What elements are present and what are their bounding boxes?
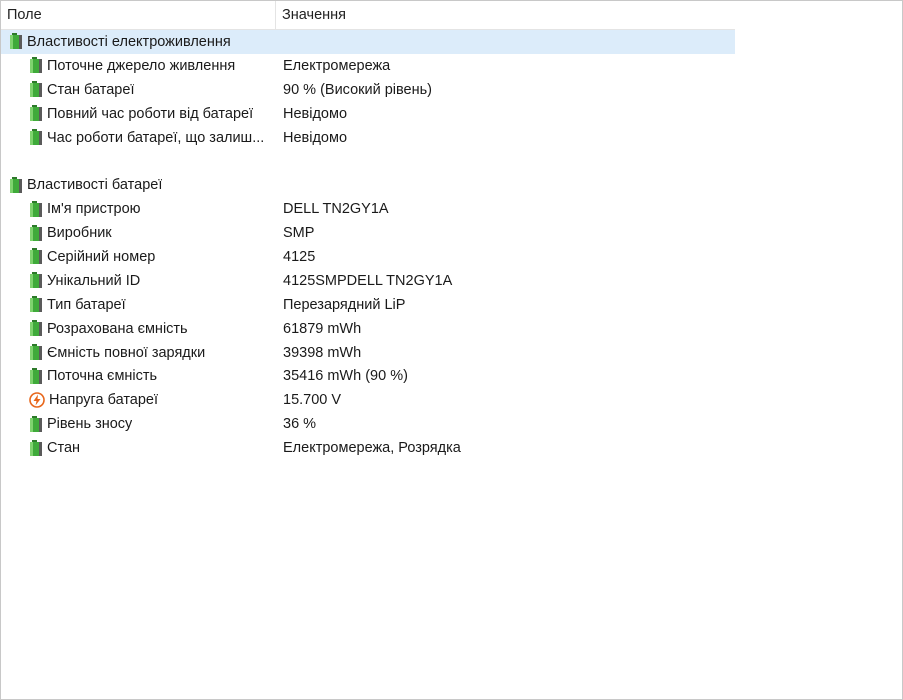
property-name: Ємність повної зарядки [47, 344, 206, 361]
property-value: SMP [283, 225, 315, 242]
battery-icon [29, 105, 43, 122]
property-value: 4125SMPDELL TN2GY1A [283, 272, 453, 289]
property-field: Час роботи батареї, що залиш... [1, 129, 276, 146]
property-field: Напруга батареї [1, 392, 276, 408]
property-row[interactable]: Ємність повної зарядки 39398 mWh [1, 341, 735, 365]
column-header-value[interactable]: Значення [276, 1, 735, 29]
bolt-icon [29, 392, 45, 409]
property-field: Поточне джерело живлення [1, 57, 276, 74]
property-value: 61879 mWh [283, 320, 362, 337]
battery-icon [29, 320, 43, 337]
property-value: DELL TN2GY1A [283, 201, 389, 218]
property-field: Поточна ємність [1, 367, 276, 385]
property-row[interactable]: Стан батареї 90 % (Високий рівень) [1, 78, 735, 102]
property-name: Виробник [47, 225, 112, 242]
battery-icon [29, 81, 43, 98]
property-field: Виробник [1, 224, 276, 242]
property-row[interactable]: Повний час роботи від батареї Невідомо [1, 102, 735, 126]
battery-icon [29, 200, 43, 218]
property-value: 39398 mWh [283, 344, 362, 361]
battery-icon [29, 367, 43, 385]
column-header-field[interactable]: Поле [1, 1, 276, 29]
property-name: Рівень зносу [47, 416, 133, 433]
property-value: 15.700 V [283, 392, 342, 409]
property-field: Розрахована ємність [1, 320, 276, 337]
battery-icon [29, 439, 43, 457]
property-row[interactable]: Поточна ємність 35416 mWh (90 %) [1, 364, 735, 388]
property-field: Повний час роботи від батареї [1, 105, 276, 122]
property-name: Ім'я пристрою [47, 201, 141, 218]
battery-icon [29, 224, 43, 242]
property-row[interactable]: Серійний номер 4125 [1, 245, 735, 269]
property-field: Серійний номер [1, 248, 276, 265]
property-list: Властивості електроживлення Поточне джере… [1, 30, 735, 460]
property-name: Стан [47, 440, 81, 457]
property-name: Серійний номер [47, 248, 156, 265]
property-row[interactable]: Напруга батареї 15.700 V [1, 388, 735, 412]
property-row[interactable]: Стан Електромережа, Розрядка [1, 436, 735, 460]
property-row[interactable]: Рівень зносу 36 % [1, 412, 735, 436]
battery-icon [9, 176, 23, 194]
column-header: Поле Значення [1, 1, 735, 30]
property-field: Ім'я пристрою [1, 200, 276, 218]
property-value: 90 % (Високий рівень) [283, 81, 433, 98]
property-field: Стан батареї [1, 81, 276, 98]
property-field: Тип батареї [1, 296, 276, 313]
group-title: Властивості електроживлення [27, 33, 231, 50]
property-name: Час роботи батареї, що залиш... [47, 129, 265, 146]
property-name: Стан батареї [47, 81, 135, 98]
battery-icon [29, 344, 43, 361]
property-name: Напруга батареї [49, 392, 159, 409]
property-name: Повний час роботи від батареї [47, 105, 254, 122]
battery-icon [29, 272, 43, 289]
property-value: 35416 mWh (90 %) [283, 368, 408, 385]
property-row[interactable]: Час роботи батареї, що залиш... Невідомо [1, 126, 735, 150]
battery-icon [29, 415, 43, 433]
property-value: 4125 [283, 248, 316, 265]
property-field: Стан [1, 439, 276, 457]
battery-icon [9, 33, 23, 50]
property-name: Поточна ємність [47, 368, 158, 385]
property-value: Перезарядний LiP [283, 296, 406, 313]
group-field: Властивості електроживлення [1, 33, 276, 50]
property-row[interactable]: Унікальний ID 4125SMPDELL TN2GY1A [1, 269, 735, 293]
property-name: Тип батареї [47, 296, 126, 313]
group-row[interactable]: Властивості батареї [1, 173, 735, 197]
battery-icon [29, 248, 43, 265]
property-row[interactable]: Виробник SMP [1, 221, 735, 245]
property-value: Невідомо [283, 129, 348, 146]
property-value: Електромережа, Розрядка [283, 440, 461, 457]
property-row[interactable]: Поточне джерело живлення Електромережа [1, 54, 735, 78]
property-field: Ємність повної зарядки [1, 344, 276, 361]
property-value: Електромережа [283, 57, 391, 74]
group-row[interactable]: Властивості електроживлення [1, 30, 735, 54]
property-value: Невідомо [283, 105, 348, 122]
property-field: Унікальний ID [1, 272, 276, 289]
property-name: Поточне джерело живлення [47, 57, 236, 74]
property-name: Унікальний ID [47, 272, 141, 289]
property-row[interactable]: Розрахована ємність 61879 mWh [1, 317, 735, 341]
property-name: Розрахована ємність [47, 320, 188, 337]
battery-icon [29, 129, 43, 146]
property-field: Рівень зносу [1, 415, 276, 433]
battery-icon [29, 57, 43, 74]
battery-properties-panel: Поле Значення Властивості електроживленн… [0, 0, 903, 700]
battery-icon [29, 296, 43, 313]
property-value: 36 % [283, 416, 317, 433]
property-row[interactable]: Тип батареї Перезарядний LiP [1, 293, 735, 317]
group-title: Властивості батареї [27, 177, 163, 194]
group-field: Властивості батареї [1, 176, 276, 194]
property-row[interactable]: Ім'я пристрою DELL TN2GY1A [1, 197, 735, 221]
